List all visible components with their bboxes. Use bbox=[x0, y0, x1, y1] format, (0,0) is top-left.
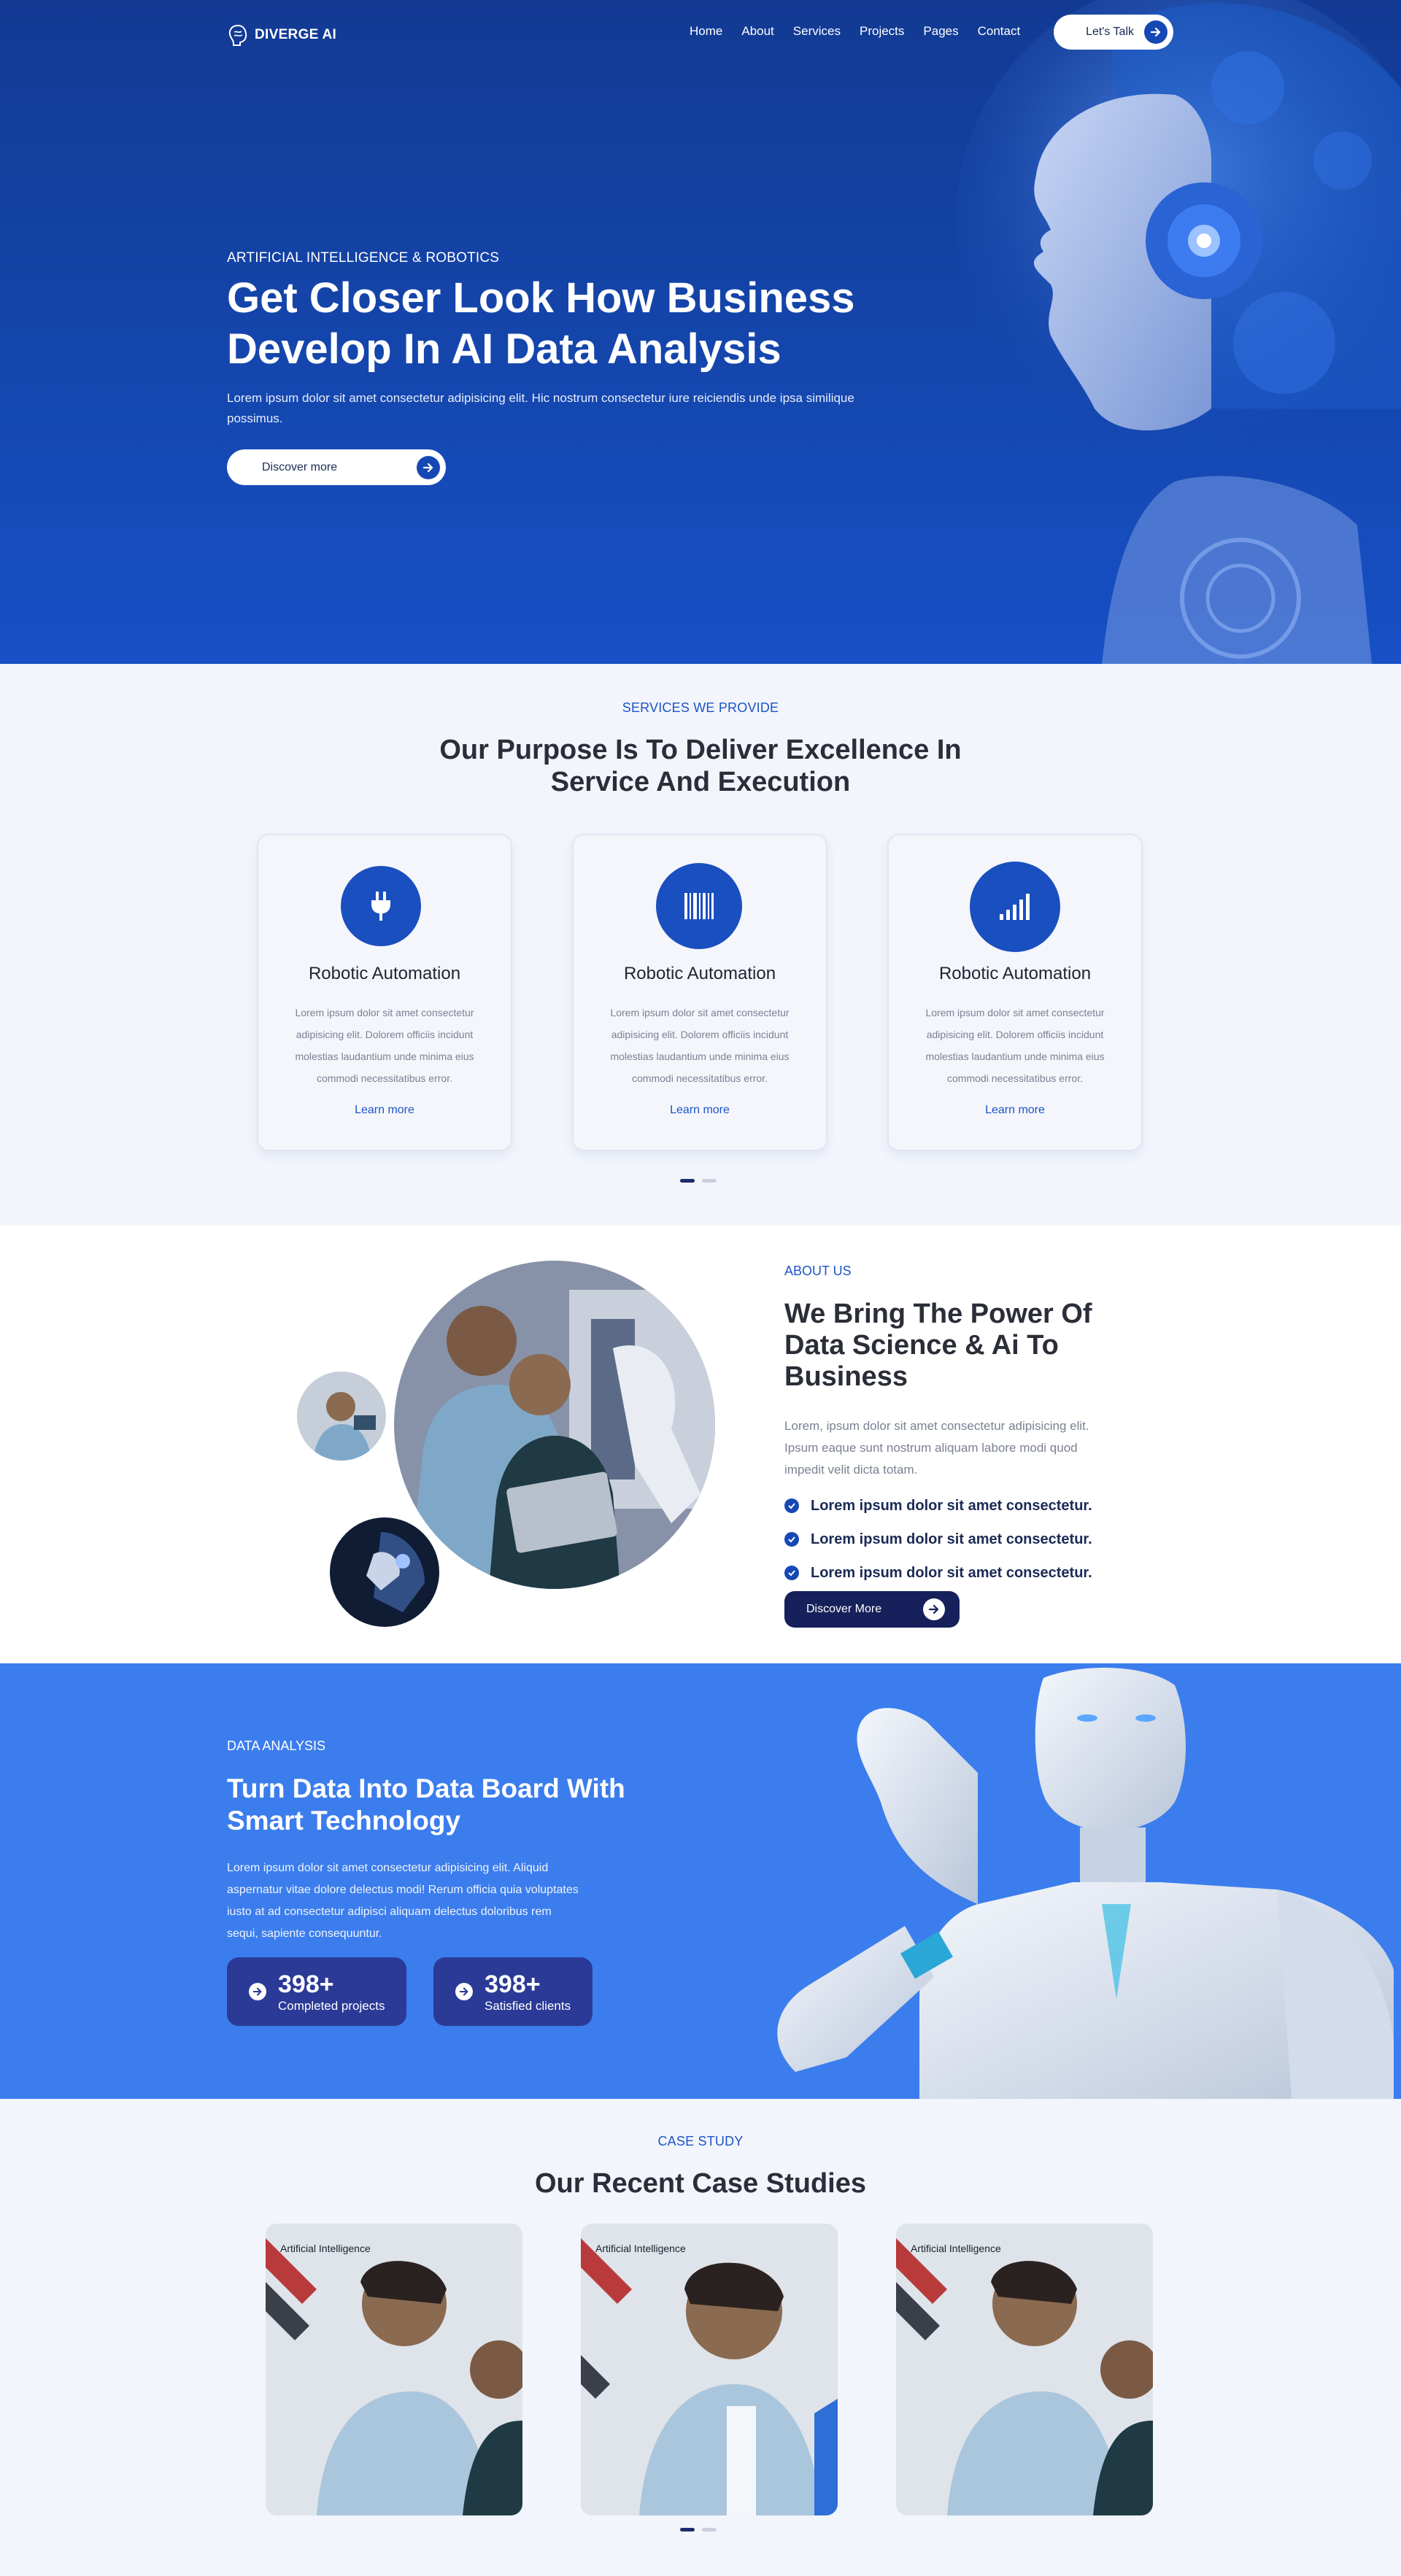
stat-label: Satisfied clients bbox=[485, 1999, 571, 2013]
stat-completed-projects: 398+ Completed projects bbox=[227, 1957, 406, 2026]
case-study-card[interactable]: Artificial Intelligence bbox=[581, 2224, 838, 2515]
lets-talk-label: Let's Talk bbox=[1086, 26, 1134, 38]
engineer-small-photo bbox=[297, 1372, 386, 1461]
carousel-dot-active[interactable] bbox=[680, 2528, 695, 2531]
nav-link-contact[interactable]: Contact bbox=[978, 24, 1021, 39]
stat-value: 398+ bbox=[485, 1970, 541, 1998]
carousel-dot[interactable] bbox=[702, 1179, 717, 1183]
service-card: Robotic Automation Lorem ipsum dolor sit… bbox=[257, 834, 512, 1151]
stat-content: 398+ Satisfied clients bbox=[485, 1970, 571, 2014]
carousel-dot[interactable] bbox=[702, 2528, 717, 2531]
cases-carousel-dots bbox=[680, 2528, 717, 2531]
case-studies-section: CASE STUDY Our Recent Case Studies Artif… bbox=[0, 2099, 1401, 2576]
service-card: Robotic Automation Lorem ipsum dolor sit… bbox=[887, 834, 1143, 1151]
lets-talk-button[interactable]: Let's Talk bbox=[1054, 15, 1173, 50]
case-study-card[interactable]: Artificial Intelligence bbox=[266, 2224, 522, 2515]
checklist-text: Lorem ipsum dolor sit amet consectetur. bbox=[811, 1497, 1092, 1514]
case-study-photo bbox=[266, 2224, 522, 2515]
data-description: Lorem ipsum dolor sit amet consectetur a… bbox=[227, 1862, 579, 1940]
about-discover-more-button[interactable]: Discover More bbox=[784, 1591, 960, 1628]
checklist-item: Lorem ipsum dolor sit amet consectetur. bbox=[784, 1523, 1092, 1556]
learn-more-link[interactable]: Learn more bbox=[258, 1104, 511, 1117]
team-working-photo bbox=[394, 1261, 715, 1589]
arrow-right-icon bbox=[417, 455, 440, 479]
data-title: Turn Data Into Data Board With Smart Tec… bbox=[227, 1774, 625, 1836]
stat-label: Completed projects bbox=[278, 1999, 385, 2013]
main-navbar: DIVERGE AI Home About Services Projects … bbox=[0, 0, 1401, 64]
check-circle-icon bbox=[784, 1566, 799, 1580]
about-title: We Bring The Power Of Data Science & Ai … bbox=[784, 1299, 1092, 1392]
checklist-item: Lorem ipsum dolor sit amet consectetur. bbox=[784, 1556, 1092, 1590]
brain-logo-icon bbox=[228, 24, 247, 46]
services-title: Our Purpose Is To Deliver Excellence In … bbox=[439, 735, 962, 797]
about-checklist: Lorem ipsum dolor sit amet consectetur. … bbox=[784, 1489, 1092, 1590]
nav-link-projects[interactable]: Projects bbox=[860, 24, 904, 39]
signal-bars-icon bbox=[970, 862, 1060, 952]
discover-more-button[interactable]: Discover more bbox=[227, 449, 446, 485]
nav-link-home[interactable]: Home bbox=[690, 24, 722, 39]
service-card-title: Robotic Automation bbox=[938, 964, 1092, 983]
robot-head-illustration bbox=[956, 0, 1401, 664]
stat-satisfied-clients: 398+ Satisfied clients bbox=[433, 1957, 593, 2026]
case-study-card[interactable]: Artificial Intelligence bbox=[896, 2224, 1153, 2515]
hero-title: Get Closer Look How Business Develop In … bbox=[227, 274, 855, 373]
services-eyebrow: SERVICES WE PROVIDE bbox=[622, 700, 779, 715]
service-card-text: Lorem ipsum dolor sit amet consectetur a… bbox=[610, 1007, 790, 1084]
case-study-category: Artificial Intelligence bbox=[280, 2243, 371, 2254]
cases-eyebrow: CASE STUDY bbox=[657, 2134, 744, 2148]
arrow-right-icon bbox=[923, 1598, 945, 1620]
nav-link-services[interactable]: Services bbox=[793, 24, 841, 39]
barcode-icon bbox=[656, 863, 742, 949]
case-study-category: Artificial Intelligence bbox=[595, 2243, 686, 2254]
about-discover-more-label: Discover More bbox=[806, 1603, 882, 1615]
robot-arm-photo bbox=[330, 1517, 439, 1627]
about-section: ABOUT US We Bring The Power Of Data Scie… bbox=[0, 1226, 1401, 1663]
hero-section: DIVERGE AI Home About Services Projects … bbox=[0, 0, 1401, 664]
hero-description: Lorem ipsum dolor sit amet consectetur a… bbox=[227, 391, 854, 425]
nav-link-about[interactable]: About bbox=[741, 24, 773, 39]
service-card: Robotic Automation Lorem ipsum dolor sit… bbox=[572, 834, 827, 1151]
case-study-category: Artificial Intelligence bbox=[911, 2243, 1001, 2254]
brand-logo[interactable]: DIVERGE AI bbox=[227, 23, 336, 47]
check-circle-icon bbox=[784, 1532, 799, 1547]
arrow-right-icon bbox=[455, 1983, 473, 2000]
stat-value: 398+ bbox=[278, 1970, 334, 1998]
learn-more-link[interactable]: Learn more bbox=[889, 1104, 1141, 1117]
cases-title: Our Recent Case Studies bbox=[534, 2168, 867, 2199]
plug-icon bbox=[341, 866, 421, 946]
arrow-right-icon bbox=[1144, 20, 1168, 44]
checklist-text: Lorem ipsum dolor sit amet consectetur. bbox=[811, 1531, 1092, 1547]
discover-more-label: Discover more bbox=[262, 460, 338, 473]
nav-link-pages[interactable]: Pages bbox=[923, 24, 958, 39]
case-study-photo bbox=[581, 2224, 838, 2515]
data-analysis-section: DATA ANALYSIS Turn Data Into Data Board … bbox=[0, 1663, 1401, 2099]
services-carousel-dots bbox=[680, 1179, 717, 1183]
brand-name: DIVERGE AI bbox=[255, 27, 337, 42]
data-eyebrow: DATA ANALYSIS bbox=[227, 1738, 326, 1753]
case-study-photo bbox=[896, 2224, 1153, 2515]
arrow-right-icon bbox=[249, 1983, 266, 2000]
stat-content: 398+ Completed projects bbox=[278, 1970, 385, 2014]
service-card-title: Robotic Automation bbox=[308, 964, 461, 983]
check-circle-icon bbox=[784, 1498, 799, 1513]
service-card-text: Lorem ipsum dolor sit amet consectetur a… bbox=[295, 1007, 474, 1084]
service-card-text: Lorem ipsum dolor sit amet consectetur a… bbox=[925, 1007, 1105, 1084]
services-section: SERVICES WE PROVIDE Our Purpose Is To De… bbox=[0, 664, 1401, 1226]
checklist-text: Lorem ipsum dolor sit amet consectetur. bbox=[811, 1564, 1092, 1581]
humanoid-robot-illustration bbox=[777, 1668, 1394, 2099]
about-eyebrow: ABOUT US bbox=[784, 1264, 852, 1278]
nav-links: Home About Services Projects Pages Conta… bbox=[690, 24, 1020, 39]
about-description: Lorem, ipsum dolor sit amet consectetur … bbox=[784, 1419, 1089, 1477]
service-card-title: Robotic Automation bbox=[623, 964, 776, 983]
hero-eyebrow: ARTIFICIAL INTELLIGENCE & ROBOTICS bbox=[227, 250, 500, 266]
learn-more-link[interactable]: Learn more bbox=[574, 1104, 826, 1117]
carousel-dot-active[interactable] bbox=[680, 1179, 695, 1183]
checklist-item: Lorem ipsum dolor sit amet consectetur. bbox=[784, 1489, 1092, 1523]
